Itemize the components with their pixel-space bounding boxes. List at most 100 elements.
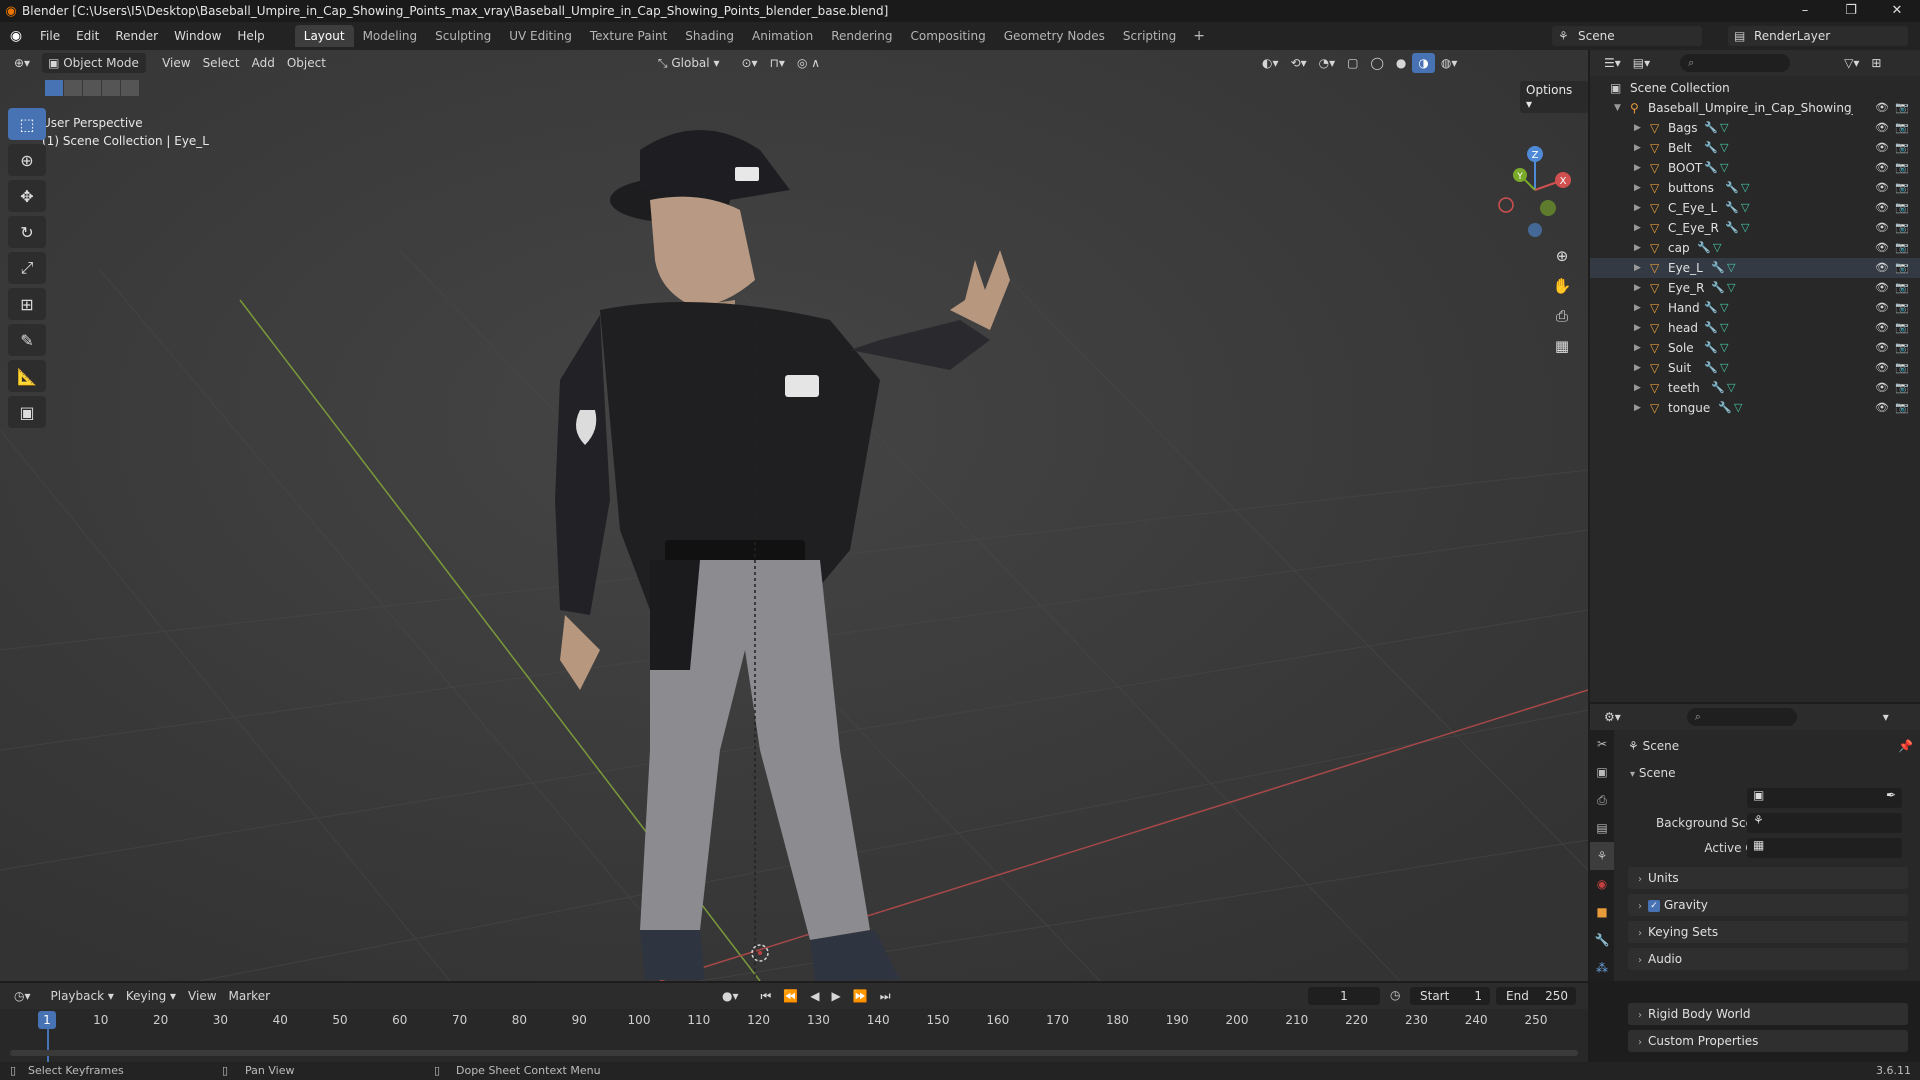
- visibility-eye-icon[interactable]: 👁: [1875, 98, 1889, 118]
- tab-shading[interactable]: Shading: [676, 25, 743, 47]
- select-invert-icon[interactable]: [102, 80, 120, 96]
- select-extend-icon[interactable]: [64, 80, 82, 96]
- particles-tab-icon[interactable]: ⁂: [1590, 954, 1614, 982]
- render-camera-icon[interactable]: 📷: [1895, 278, 1909, 298]
- rotate-tool-icon[interactable]: ↻: [8, 216, 46, 248]
- menu-window[interactable]: Window: [166, 22, 229, 50]
- outliner-object-row[interactable]: ▶ ▽ Sole 🔧 ▽ 👁 📷: [1590, 338, 1920, 358]
- zoom-icon[interactable]: ⊕: [1548, 242, 1576, 270]
- expand-arrow-icon[interactable]: ▶: [1634, 238, 1641, 258]
- modifier-wrench-icon[interactable]: 🔧: [1718, 398, 1732, 418]
- menu-edit[interactable]: Edit: [68, 22, 107, 50]
- visibility-eye-icon[interactable]: 👁: [1875, 158, 1889, 178]
- render-camera-icon[interactable]: 📷: [1895, 158, 1909, 178]
- menu-object[interactable]: Object: [281, 53, 332, 73]
- outliner-object-row[interactable]: ▶ ▽ C_Eye_L 🔧 ▽ 👁 📷: [1590, 198, 1920, 218]
- timeline-panel[interactable]: ◷▾ Playback ▾ Keying ▾ View Marker ●▾ ⏮ …: [0, 983, 1588, 1062]
- properties-search-input[interactable]: ⌕: [1686, 708, 1797, 726]
- outliner-object-row[interactable]: ▶ ▽ Belt 🔧 ▽ 👁 📷: [1590, 138, 1920, 158]
- render-camera-icon[interactable]: 📷: [1895, 138, 1909, 158]
- transform-orientation-dropdown[interactable]: ⤡ Global ▾: [652, 53, 726, 73]
- visibility-eye-icon[interactable]: 👁: [1875, 118, 1889, 138]
- gravity-checkbox[interactable]: ✓: [1648, 899, 1660, 912]
- mesh-data-icon[interactable]: ▽: [1741, 178, 1749, 198]
- keying-sets-panel[interactable]: › Keying Sets: [1628, 921, 1908, 943]
- visibility-icon[interactable]: ◐▾: [1256, 53, 1285, 73]
- render-camera-icon[interactable]: 📷: [1895, 378, 1909, 398]
- playhead-frame[interactable]: 1: [38, 1011, 56, 1029]
- mesh-data-icon[interactable]: ▽: [1727, 278, 1735, 298]
- display-mode-icon[interactable]: ▤▾: [1627, 53, 1656, 73]
- rigid-body-world-panel[interactable]: › Rigid Body World: [1628, 1003, 1908, 1025]
- modifier-tab-icon[interactable]: 🔧: [1590, 926, 1614, 954]
- modifier-wrench-icon[interactable]: 🔧: [1704, 338, 1718, 358]
- modifier-wrench-icon[interactable]: 🔧: [1725, 178, 1739, 198]
- modifier-wrench-icon[interactable]: 🔧: [1697, 238, 1711, 258]
- eyedropper-icon[interactable]: ✒: [1886, 788, 1896, 802]
- mesh-data-icon[interactable]: ▽: [1720, 138, 1728, 158]
- tab-animation[interactable]: Animation: [743, 25, 822, 47]
- menu-help[interactable]: Help: [229, 22, 272, 50]
- render-camera-icon[interactable]: 📷: [1895, 118, 1909, 138]
- view-layer-selector[interactable]: ▤ RenderLayer: [1728, 26, 1908, 46]
- world-tab-icon[interactable]: ◉: [1590, 870, 1614, 898]
- mesh-data-icon[interactable]: ▽: [1713, 238, 1721, 258]
- outliner-object-row[interactable]: ▶ ▽ Eye_R 🔧 ▽ 👁 📷: [1590, 278, 1920, 298]
- render-camera-icon[interactable]: 📷: [1895, 258, 1909, 278]
- outliner-scene-collection[interactable]: ▣ Scene Collection: [1590, 78, 1920, 98]
- mesh-data-icon[interactable]: ▽: [1727, 378, 1735, 398]
- tab-scripting[interactable]: Scripting: [1114, 25, 1185, 47]
- 3d-viewport[interactable]: Z X Y ⊕▾ ▣ Object Mode ▾ View Select Add…: [0, 50, 1588, 981]
- expand-arrow-icon[interactable]: ▶: [1634, 218, 1641, 238]
- modifier-wrench-icon[interactable]: 🔧: [1725, 218, 1739, 238]
- visibility-eye-icon[interactable]: 👁: [1875, 398, 1889, 418]
- outliner-object-row[interactable]: ▶ ▽ tongue 🔧 ▽ 👁 📷: [1590, 398, 1920, 418]
- menu-marker[interactable]: Marker: [223, 986, 276, 1006]
- minimize-button[interactable]: –: [1782, 0, 1828, 22]
- outliner-object-row[interactable]: ▶ ▽ buttons 🔧 ▽ 👁 📷: [1590, 178, 1920, 198]
- object-tab-icon[interactable]: ■: [1590, 898, 1614, 926]
- expand-arrow-icon[interactable]: ▶: [1634, 378, 1641, 398]
- mesh-data-icon[interactable]: ▽: [1720, 158, 1728, 178]
- properties-options-icon[interactable]: ▾: [1877, 707, 1895, 727]
- outliner-object-row[interactable]: ▶ ▽ Hand 🔧 ▽ 👁 📷: [1590, 298, 1920, 318]
- snap-icon[interactable]: ⊓▾: [764, 53, 791, 73]
- outliner-object-row[interactable]: ▶ ▽ cap 🔧 ▽ 👁 📷: [1590, 238, 1920, 258]
- tab-modeling[interactable]: Modeling: [354, 25, 427, 47]
- render-camera-icon[interactable]: 📷: [1895, 238, 1909, 258]
- jump-end-icon[interactable]: ⏭: [874, 986, 897, 1006]
- options-dropdown[interactable]: Options ▾: [1520, 81, 1588, 113]
- menu-keying[interactable]: Keying ▾: [120, 986, 182, 1006]
- expand-arrow-icon[interactable]: ▶: [1634, 338, 1641, 358]
- mesh-data-icon[interactable]: ▽: [1727, 258, 1735, 278]
- outliner-collection-row[interactable]: ▼ ⚲ Baseball_Umpire_in_Cap_Showing_Point…: [1590, 98, 1920, 118]
- cursor-tool-icon[interactable]: ⊕: [8, 144, 46, 176]
- gizmo-toggle-icon[interactable]: ⟲▾: [1285, 53, 1313, 73]
- add-workspace-button[interactable]: +: [1185, 28, 1213, 44]
- end-frame-field[interactable]: End 250: [1496, 987, 1576, 1005]
- outliner-object-row[interactable]: ▶ ▽ head 🔧 ▽ 👁 📷: [1590, 318, 1920, 338]
- tab-layout[interactable]: Layout: [294, 25, 354, 47]
- close-button[interactable]: ✕: [1874, 0, 1920, 22]
- modifier-wrench-icon[interactable]: 🔧: [1704, 158, 1718, 178]
- select-box-tool-icon[interactable]: ⬚: [8, 108, 46, 140]
- ortho-grid-icon[interactable]: ▦: [1548, 332, 1576, 360]
- outliner-object-row[interactable]: ▶ ▽ Bags 🔧 ▽ 👁 📷: [1590, 118, 1920, 138]
- visibility-eye-icon[interactable]: 👁: [1875, 378, 1889, 398]
- view-layer-tab-icon[interactable]: ▤: [1590, 814, 1614, 842]
- modifier-wrench-icon[interactable]: 🔧: [1711, 378, 1725, 398]
- visibility-eye-icon[interactable]: 👁: [1875, 218, 1889, 238]
- visibility-eye-icon[interactable]: 👁: [1875, 238, 1889, 258]
- play-reverse-icon[interactable]: ◀: [804, 986, 825, 1006]
- menu-file[interactable]: File: [32, 22, 68, 50]
- render-camera-icon[interactable]: 📷: [1895, 358, 1909, 378]
- tab-sculpting[interactable]: Sculpting: [426, 25, 500, 47]
- tab-uv-editing[interactable]: UV Editing: [500, 25, 581, 47]
- play-icon[interactable]: ▶: [826, 986, 847, 1006]
- menu-playback[interactable]: Playback ▾: [45, 986, 120, 1006]
- jump-keyframe-back-icon[interactable]: ⏪: [777, 986, 804, 1006]
- transform-tool-icon[interactable]: ⊞: [8, 288, 46, 320]
- render-camera-icon[interactable]: 📷: [1895, 178, 1909, 198]
- modifier-wrench-icon[interactable]: 🔧: [1704, 298, 1718, 318]
- proportional-edit-icon[interactable]: ◎ ∧: [791, 53, 826, 73]
